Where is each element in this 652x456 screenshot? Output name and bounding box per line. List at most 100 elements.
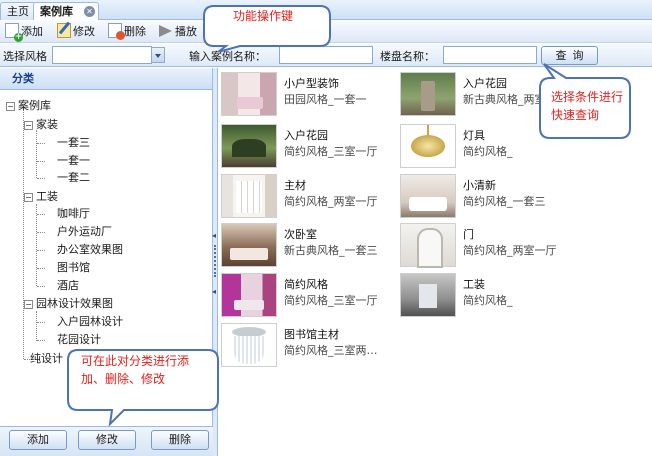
tree-node-tooling-item[interactable]: 咖啡厅	[57, 206, 90, 222]
case-title[interactable]: 次卧室	[284, 226, 317, 242]
case-thumbnail[interactable]	[221, 223, 277, 267]
case-subtitle: 简约风格_三室一厅	[284, 145, 378, 158]
tree-connector	[37, 214, 45, 215]
category-panel-header: 分类	[0, 68, 212, 90]
tree-connector	[23, 110, 24, 359]
case-title[interactable]: 入户花园	[463, 75, 507, 91]
tab-cases[interactable]: 案例库 ✕	[33, 2, 99, 20]
delete-icon	[108, 23, 125, 40]
collapse-arrow-icon[interactable]	[212, 231, 218, 296]
collapse-icon[interactable]: −	[6, 102, 15, 111]
close-icon[interactable]: ✕	[84, 6, 95, 17]
style-select[interactable]	[52, 46, 152, 64]
tree-node-label: 一套二	[57, 171, 90, 184]
tree-connector	[36, 204, 37, 286]
case-thumbnail[interactable]	[400, 72, 456, 116]
tree-node-label: 图书馆	[57, 261, 90, 274]
case-title[interactable]: 小清新	[463, 177, 496, 193]
edit-button[interactable]: 修改	[57, 23, 95, 41]
tree-node-garden-item[interactable]: 花园设计	[57, 332, 101, 348]
case-thumbnail[interactable]	[400, 124, 456, 168]
case-title[interactable]: 主材	[284, 177, 306, 193]
category-add-button[interactable]: 添加	[9, 430, 67, 450]
tree-node-label: 户外运动厂	[57, 225, 112, 238]
tree-node-tooling-item[interactable]: 图书馆	[57, 260, 90, 276]
tree-connector	[36, 311, 37, 341]
tree-node-label: 入户园林设计	[57, 315, 123, 328]
tree-node-label: 工装	[36, 190, 58, 203]
tree-node-garden[interactable]: − 园林设计效果图	[24, 296, 113, 312]
add-icon	[5, 23, 23, 42]
tree-connector	[37, 340, 45, 341]
collapse-icon[interactable]: −	[24, 193, 33, 202]
collapse-icon[interactable]: −	[24, 121, 33, 130]
case-thumbnail[interactable]	[400, 174, 456, 218]
case-title[interactable]: 入户花园	[284, 127, 328, 143]
case-subtitle: 简约风格_两室一厅	[284, 195, 378, 208]
collapse-icon[interactable]: −	[24, 300, 33, 309]
case-title[interactable]: 简约风格	[284, 276, 328, 292]
tree-node-home-item[interactable]: 一套一	[57, 153, 90, 169]
delete-button[interactable]: 删除	[108, 23, 146, 41]
tree-node-home-item[interactable]: 一套二	[57, 170, 90, 186]
tree-node-label: 一套三	[57, 136, 90, 149]
tree-node-tooling-item[interactable]: 户外运动厂	[57, 224, 112, 240]
case-thumbnail[interactable]	[400, 223, 456, 268]
case-thumbnail[interactable]	[400, 273, 456, 317]
tree-connector	[37, 143, 45, 144]
case-subtitle: 简约风格_一套三	[463, 195, 546, 208]
case-thumbnail[interactable]	[221, 273, 277, 317]
case-title[interactable]: 图书馆主材	[284, 326, 339, 342]
chevron-down-icon[interactable]	[151, 47, 165, 63]
tree-node-label: 家装	[36, 118, 58, 131]
tree-connector	[37, 268, 45, 269]
play-button[interactable]: 播放	[159, 23, 197, 41]
tree-node-tooling-item[interactable]: 办公室效果图	[57, 242, 123, 258]
tree-node-home-item[interactable]: 一套三	[57, 135, 90, 151]
callout-tree-text: 可在此对分类进行添加、删除、修改	[81, 354, 190, 386]
category-edit-button[interactable]: 修改	[78, 430, 136, 450]
case-subtitle: 简约风格_	[463, 145, 513, 158]
case-title[interactable]: 灯具	[463, 127, 485, 143]
case-title[interactable]: 门	[463, 226, 474, 242]
tree-connector	[37, 178, 45, 179]
tab-home[interactable]: 主页	[0, 2, 36, 20]
play-button-label: 播放	[175, 25, 197, 38]
tree-node-tooling[interactable]: − 工装	[24, 189, 58, 205]
tree-node-garden-item[interactable]: 入户园林设计	[57, 314, 123, 330]
case-title[interactable]: 小户型装饰	[284, 75, 339, 91]
callout-toolbar-text: 功能操作键	[233, 9, 294, 23]
play-icon	[159, 23, 173, 38]
add-button[interactable]: 添加	[5, 23, 43, 42]
tree-node-pure-design[interactable]: 纯设计	[30, 351, 63, 367]
tree-node-label: 园林设计效果图	[36, 297, 113, 310]
case-thumbnail[interactable]	[221, 323, 277, 367]
tree-node-label: 纯设计	[30, 352, 63, 365]
category-delete-button[interactable]: 删除	[151, 430, 209, 450]
case-thumbnail[interactable]	[221, 174, 277, 218]
case-thumbnail[interactable]	[221, 124, 277, 168]
tab-cases-label: 案例库	[40, 5, 73, 18]
add-button-label: 添加	[21, 25, 43, 38]
edit-button-label: 修改	[73, 25, 95, 38]
case-subtitle: 简约风格_三室两…	[284, 344, 378, 357]
delete-button-label: 删除	[124, 25, 146, 38]
case-subtitle: 田园风格_一套一	[284, 93, 367, 106]
property-name-label: 楼盘名称：	[380, 50, 435, 63]
style-label: 选择风格	[3, 50, 47, 63]
case-subtitle: 简约风格_	[463, 294, 513, 307]
case-subtitle: 简约风格_两室一厅	[463, 244, 557, 257]
edit-icon	[57, 23, 71, 38]
callout-search-text: 选择条件进行快速查询	[551, 90, 624, 122]
tree-connector	[37, 161, 45, 162]
case-title[interactable]: 工装	[463, 276, 485, 292]
tab-home-label: 主页	[7, 5, 29, 18]
case-thumbnail[interactable]	[221, 72, 277, 116]
tree-node-label: 案例库	[18, 99, 51, 112]
tree-node-tooling-item[interactable]: 酒店	[57, 278, 79, 294]
tree-node-root[interactable]: − 案例库	[6, 98, 51, 114]
property-name-input[interactable]	[443, 46, 537, 64]
tree-node-home-decor[interactable]: − 家装	[24, 117, 58, 133]
case-subtitle: 新古典风格_一套三	[284, 244, 378, 257]
case-subtitle: 简约风格_三室一厅	[284, 294, 378, 307]
